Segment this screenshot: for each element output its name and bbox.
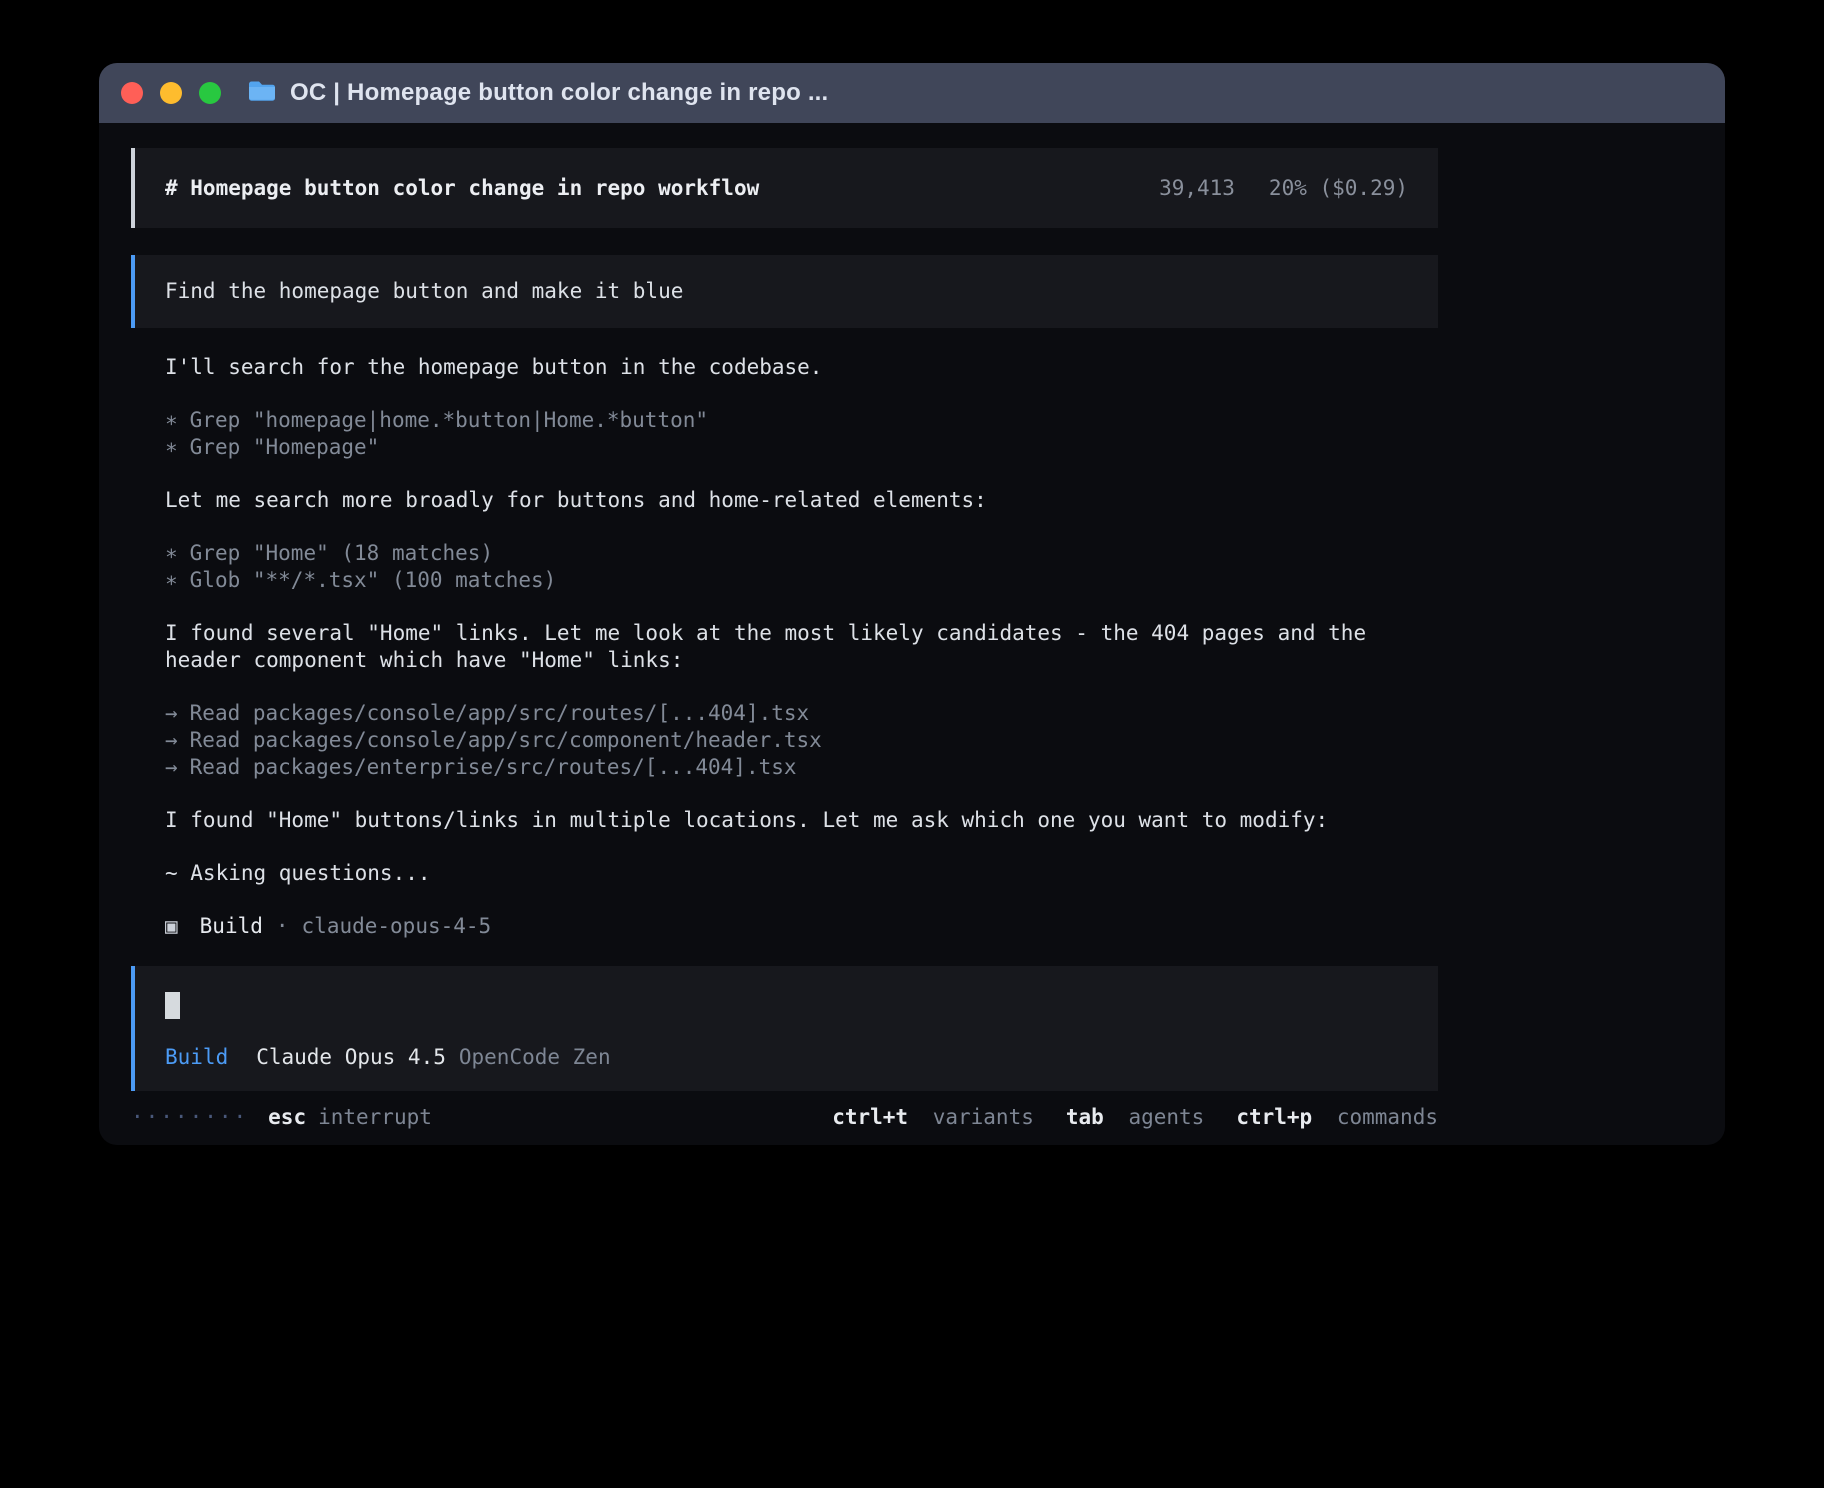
assistant-text-3: I found several "Home" links. Let me loo… bbox=[165, 620, 1385, 674]
close-window-button[interactable] bbox=[121, 82, 143, 104]
status-bar: ········ esc interrupt ctrl+t variants t… bbox=[131, 1105, 1438, 1129]
shortcut-commands: ctrl+p commands bbox=[1236, 1105, 1438, 1129]
window-title-group: OC | Homepage button color change in rep… bbox=[247, 79, 828, 107]
input-meta-row: Build Claude Opus 4.5 OpenCode Zen bbox=[165, 1044, 1408, 1071]
arrow-right-icon: → bbox=[165, 701, 178, 725]
assistant-text-2: Let me search more broadly for buttons a… bbox=[165, 487, 1385, 514]
tool-call-read: →Read packages/enterprise/src/routes/[..… bbox=[165, 754, 1438, 781]
agent-name: Build bbox=[200, 913, 263, 940]
tool-call-group-1: ∗Grep "homepage|home.*button|Home.*butto… bbox=[165, 407, 1438, 461]
user-message: Find the homepage button and make it blu… bbox=[131, 255, 1438, 328]
asterisk-icon: ∗ bbox=[165, 568, 178, 592]
terminal-window: OC | Homepage button color change in rep… bbox=[99, 63, 1725, 1145]
tool-call-grep: ∗Grep "Homepage" bbox=[165, 434, 1438, 461]
minimize-window-button[interactable] bbox=[160, 82, 182, 104]
provider-name: OpenCode Zen bbox=[459, 1044, 611, 1071]
interrupt-label: interrupt bbox=[318, 1105, 432, 1129]
user-message-text: Find the homepage button and make it blu… bbox=[165, 278, 683, 305]
esc-key-hint: esc bbox=[268, 1105, 306, 1129]
arrow-right-icon: → bbox=[165, 728, 178, 752]
asterisk-icon: ∗ bbox=[165, 408, 178, 432]
terminal-content: # Homepage button color change in repo w… bbox=[131, 123, 1438, 1091]
tool-call-group-3: →Read packages/console/app/src/routes/[.… bbox=[165, 700, 1438, 781]
assistant-text-4: I found "Home" buttons/links in multiple… bbox=[165, 807, 1385, 834]
window-title: OC | Homepage button color change in rep… bbox=[290, 79, 828, 107]
window-controls bbox=[121, 82, 221, 104]
tool-call-read: →Read packages/console/app/src/component… bbox=[165, 727, 1438, 754]
folder-icon bbox=[247, 79, 277, 107]
asterisk-icon: ∗ bbox=[165, 435, 178, 459]
context-cost: 20% ($0.29) bbox=[1269, 175, 1408, 202]
agent-square-icon: ▣ bbox=[165, 913, 178, 940]
dot-separator: · bbox=[276, 913, 289, 940]
text-cursor bbox=[165, 992, 180, 1019]
arrow-right-icon: → bbox=[165, 755, 178, 779]
titlebar[interactable]: OC | Homepage button color change in rep… bbox=[99, 63, 1725, 123]
zoom-window-button[interactable] bbox=[199, 82, 221, 104]
session-stats: 39,413 20% ($0.29) bbox=[1159, 175, 1408, 202]
token-count: 39,413 bbox=[1159, 175, 1235, 202]
shortcut-agents: tab agents bbox=[1066, 1105, 1204, 1129]
session-header: # Homepage button color change in repo w… bbox=[131, 148, 1438, 228]
tool-call-group-2: ∗Grep "Home" (18 matches) ∗Glob "**/*.ts… bbox=[165, 540, 1438, 594]
agent-mode-label[interactable]: Build bbox=[165, 1044, 228, 1071]
model-name[interactable]: Claude Opus 4.5 bbox=[256, 1044, 446, 1071]
desktop-background: OC | Homepage button color change in rep… bbox=[0, 0, 1824, 1488]
status-bar-left: ········ esc interrupt bbox=[131, 1105, 432, 1129]
tool-call-grep: ∗Grep "Home" (18 matches) bbox=[165, 540, 1438, 567]
tool-call-glob: ∗Glob "**/*.tsx" (100 matches) bbox=[165, 567, 1438, 594]
shortcut-variants: ctrl+t variants bbox=[832, 1105, 1034, 1129]
session-title: # Homepage button color change in repo w… bbox=[165, 175, 759, 202]
status-bar-right: ctrl+t variants tab agents ctrl+p comman… bbox=[800, 1105, 1438, 1129]
prompt-input[interactable]: Build Claude Opus 4.5 OpenCode Zen bbox=[131, 966, 1438, 1091]
working-status-text: ~ Asking questions... bbox=[165, 860, 1385, 887]
tool-call-grep: ∗Grep "homepage|home.*button|Home.*butto… bbox=[165, 407, 1438, 434]
asterisk-icon: ∗ bbox=[165, 541, 178, 565]
agent-status-line: ▣ Build · claude-opus-4-5 bbox=[165, 913, 1438, 940]
tool-call-read: →Read packages/console/app/src/routes/[.… bbox=[165, 700, 1438, 727]
spinner-dots: ········ bbox=[131, 1105, 248, 1129]
agent-model: claude-opus-4-5 bbox=[302, 913, 492, 940]
assistant-text-1: I'll search for the homepage button in t… bbox=[165, 354, 1385, 381]
